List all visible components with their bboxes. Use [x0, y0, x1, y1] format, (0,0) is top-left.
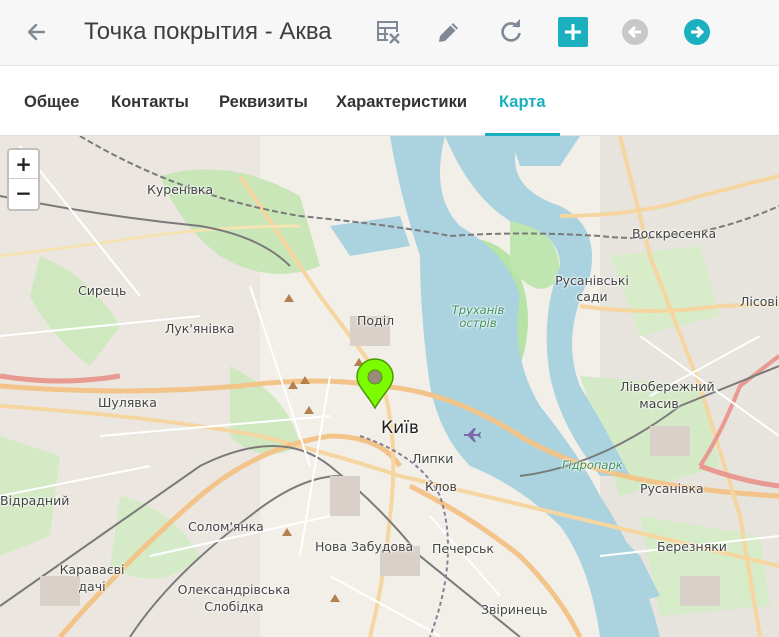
- map-label-nova-zabudova: Нова Забудова: [315, 539, 414, 554]
- delete-table-button[interactable]: [374, 17, 404, 47]
- map-label-lypky: Липки: [412, 451, 454, 466]
- page-title: Точка покрытия - Аква: [84, 18, 332, 45]
- previous-record-button[interactable]: [620, 17, 650, 47]
- map-label-bereziaky: Березняки: [657, 539, 727, 554]
- pencil-icon: [439, 23, 458, 42]
- arrow-right-circle-icon: [684, 19, 710, 45]
- zoom-out-button[interactable]: −: [9, 179, 38, 208]
- map-label-klov: Клов: [425, 479, 457, 494]
- map-label-voskresenka: Воскресенка: [632, 226, 717, 241]
- map-label-solomianka: Солом'янка: [188, 519, 264, 534]
- map-label-pechersk: Печерськ: [432, 541, 494, 556]
- arrow-left-circle-icon: [622, 19, 648, 45]
- map-label-zvirynets: Звіринець: [481, 602, 548, 617]
- tab-characteristics[interactable]: Характеристики: [336, 66, 467, 136]
- map-label-karavaievi: Караваєві дачі: [59, 562, 125, 594]
- map-label-syrets: Сирець: [78, 283, 127, 298]
- back-button[interactable]: [22, 17, 52, 47]
- app-header: Точка покрытия - Аква: [0, 0, 779, 66]
- map-pin-icon: [356, 358, 394, 410]
- map-label-vidradnyi: Відрадний: [0, 493, 70, 508]
- map-label-lukianivka: Лук'янівка: [165, 321, 235, 336]
- map-label-shuliavka: Шулявка: [98, 395, 157, 410]
- tab-contacts[interactable]: Контакты: [111, 66, 189, 136]
- tab-bar: Общее Контакты Реквизиты Характеристики …: [0, 66, 779, 136]
- tab-map[interactable]: Карта: [485, 66, 560, 136]
- tab-general[interactable]: Общее: [24, 66, 79, 136]
- add-button[interactable]: [558, 17, 588, 47]
- map-label-livoberezhnyi: Лівобережний масив: [620, 379, 715, 411]
- map-label-oleksandrivska: Олександрівська Слобідка: [177, 582, 291, 614]
- next-record-button[interactable]: [682, 17, 712, 47]
- refresh-button[interactable]: [496, 17, 526, 47]
- map-label-kurenivka: Куренівка: [147, 182, 214, 197]
- map-label-podil: Поділ: [357, 313, 395, 328]
- map-label-rusanivka: Русанівка: [640, 481, 704, 496]
- map-label-lisova: Лісові: [740, 294, 779, 309]
- location-marker[interactable]: [355, 358, 395, 410]
- arrow-left-icon: [27, 23, 46, 41]
- map-label-hidropark: Гідропарк: [562, 458, 623, 472]
- edit-button[interactable]: [434, 17, 464, 47]
- zoom-control: + −: [7, 148, 40, 211]
- map-label-kyiv: Київ: [381, 418, 419, 438]
- table-remove-icon: [377, 21, 400, 44]
- zoom-in-button[interactable]: +: [9, 150, 38, 179]
- plus-icon: [558, 17, 588, 47]
- map-label-rusanivski-sady: Русанівські сади: [555, 273, 629, 304]
- map-label-trukhaniv: Труханів острів: [451, 303, 505, 330]
- refresh-icon: [501, 19, 521, 42]
- tab-requisites[interactable]: Реквизиты: [219, 66, 308, 136]
- map-view[interactable]: Куренівка Воскресенка Сирець Русанівські…: [0, 136, 779, 637]
